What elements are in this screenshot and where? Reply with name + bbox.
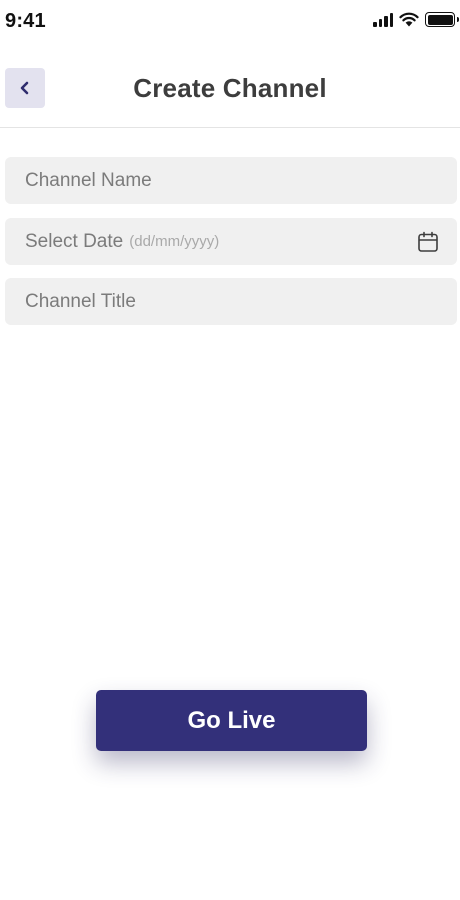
wifi-icon xyxy=(399,12,419,27)
status-icons xyxy=(373,12,459,27)
date-format-hint: (dd/mm/yyyy) xyxy=(129,233,220,250)
page-title: Create Channel xyxy=(133,73,327,103)
calendar-icon[interactable] xyxy=(416,230,440,254)
status-bar: 9:41 xyxy=(0,0,460,44)
battery-icon xyxy=(425,12,459,27)
header: Create Channel xyxy=(0,54,460,128)
status-time: 9:41 xyxy=(5,10,46,32)
select-date-field[interactable]: Select Date (dd/mm/yyyy) xyxy=(5,218,457,265)
select-date-placeholder: Select Date xyxy=(25,230,124,252)
go-live-button[interactable]: Go Live xyxy=(96,690,367,751)
channel-title-field[interactable]: Channel Title xyxy=(5,278,457,325)
create-channel-screen: 9:41 Create Channel Channel Name Select … xyxy=(0,0,460,900)
channel-title-placeholder: Channel Title xyxy=(25,290,136,312)
channel-name-field[interactable]: Channel Name xyxy=(5,157,457,204)
cellular-signal-icon xyxy=(373,12,393,27)
channel-name-placeholder: Channel Name xyxy=(25,169,152,191)
